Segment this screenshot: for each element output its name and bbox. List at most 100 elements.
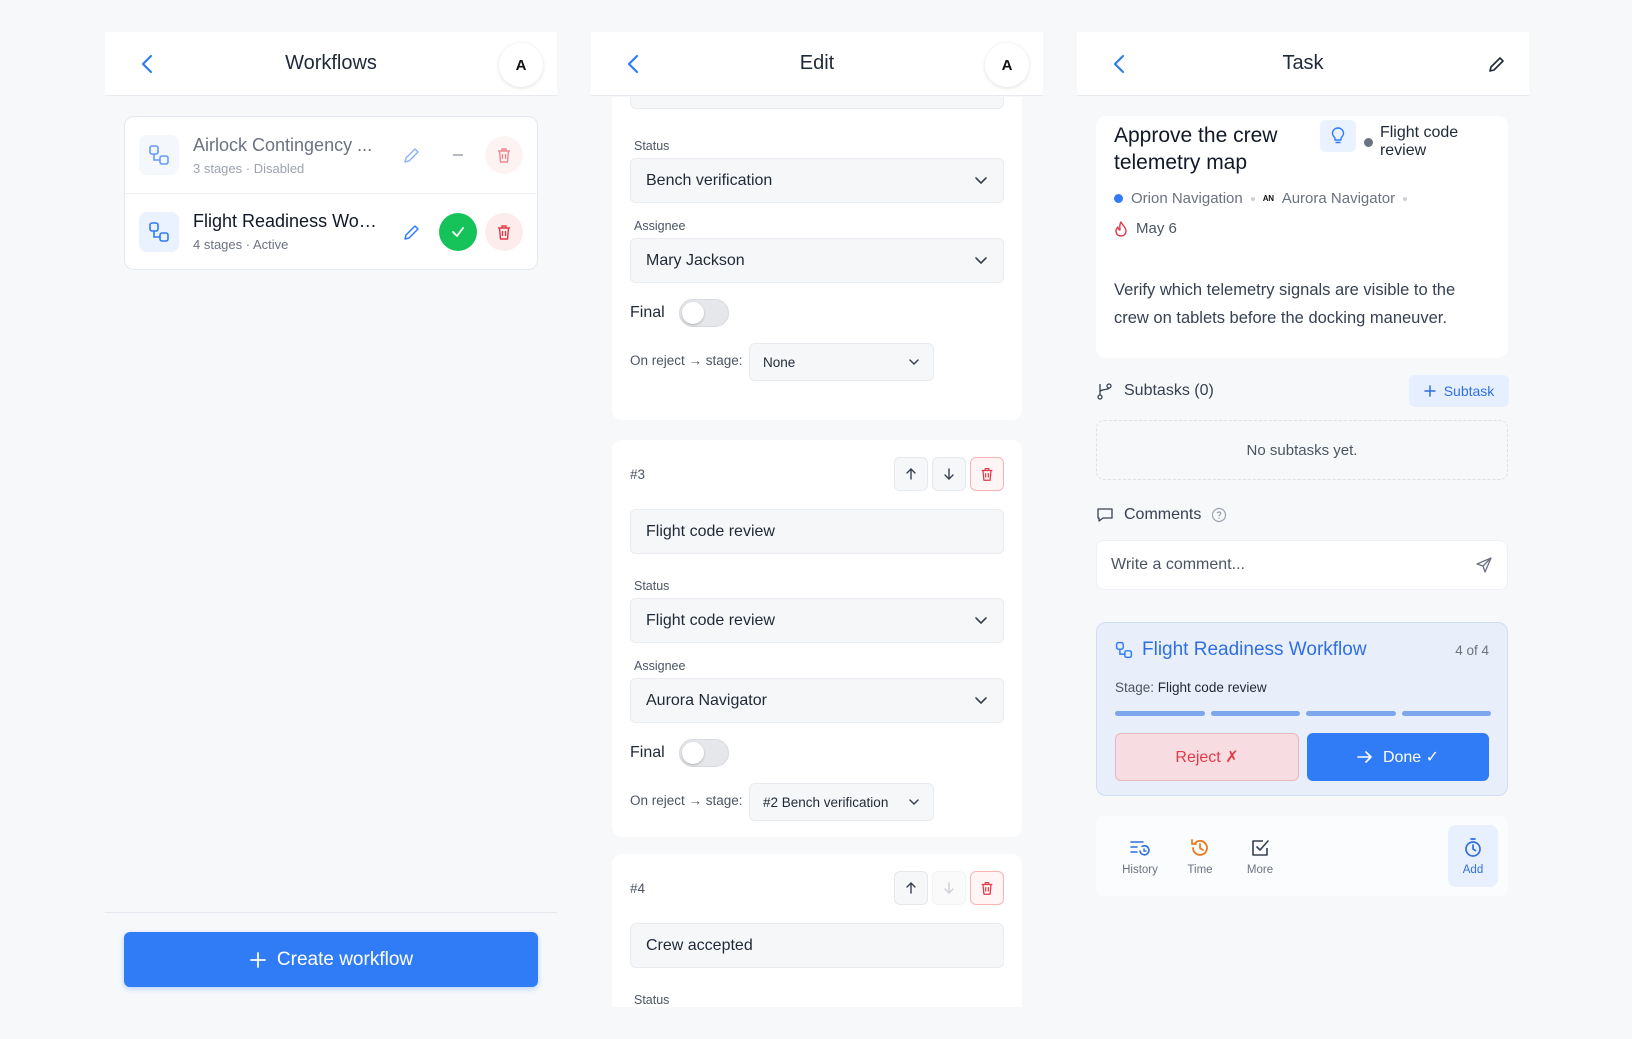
add-time-button[interactable]: Add <box>1448 825 1498 887</box>
avatar[interactable]: A <box>985 43 1029 87</box>
stage-name-value: Crew accepted <box>646 936 753 954</box>
avatar[interactable]: A <box>499 43 543 87</box>
add-subtask-button[interactable]: Subtask <box>1409 375 1509 407</box>
page-title: Task <box>1282 52 1324 74</box>
move-up-button[interactable] <box>894 457 928 491</box>
stage-name-input[interactable]: Flight code review <box>630 509 1004 554</box>
final-toggle[interactable] <box>679 299 729 327</box>
help-circle-icon[interactable] <box>1211 507 1227 523</box>
move-up-button[interactable] <box>894 871 928 905</box>
delete-stage-button[interactable] <box>970 457 1004 491</box>
on-reject-label: On reject → stage: <box>630 793 743 808</box>
comment-input[interactable]: Write a comment... <box>1096 540 1508 590</box>
on-reject-select[interactable]: #2 Bench verification <box>749 783 934 821</box>
delete-workflow-button[interactable] <box>485 136 523 174</box>
flame-icon <box>1115 220 1127 237</box>
edit-task-button[interactable] <box>1483 50 1511 78</box>
stage-card: #4 Crew accepted Status <box>612 854 1022 1007</box>
chevron-left-icon <box>141 54 153 74</box>
time-button[interactable]: Time <box>1170 837 1230 876</box>
plus-icon <box>249 951 266 968</box>
workflow-progress-count: 4 of 4 <box>1455 643 1489 658</box>
stage-name-input[interactable] <box>630 97 1004 109</box>
disabled-indicator[interactable] <box>439 136 477 174</box>
assignee-select[interactable]: Mary Jackson <box>630 238 1004 283</box>
on-reject-select[interactable]: None <box>749 343 934 381</box>
assignee-select[interactable]: Aurora Navigator <box>630 678 1004 723</box>
timer-plus-icon <box>1465 837 1481 857</box>
workflow-status-title[interactable]: Flight Readiness Workflow <box>1115 639 1367 661</box>
due-date[interactable]: May 6 <box>1114 220 1177 237</box>
edit-workflow-button[interactable] <box>393 213 431 251</box>
more-button[interactable]: More <box>1230 837 1290 876</box>
chevron-down-icon <box>975 696 987 704</box>
workflows-panel: Workflows A Airlock Contingency ... 3 st… <box>105 32 557 1007</box>
workflow-progress-bar <box>1115 711 1491 716</box>
arrow-right-icon <box>1357 751 1372 763</box>
chevron-down-icon <box>975 176 987 184</box>
edit-workflow-button[interactable] <box>393 136 431 174</box>
final-label: Final <box>630 304 665 321</box>
back-button[interactable] <box>1105 50 1133 78</box>
delete-workflow-button[interactable] <box>485 212 523 251</box>
comments-label: Comments <box>1124 506 1202 523</box>
edit-header: Edit A <box>591 32 1043 96</box>
workflow-meta: 3 stages · Disabled <box>193 160 305 176</box>
page-title: Edit <box>799 52 835 74</box>
status-select[interactable]: Flight code review <box>630 598 1004 643</box>
history-button[interactable]: History <box>1110 837 1170 876</box>
chevron-left-icon <box>627 54 639 74</box>
history-list-icon <box>1130 840 1150 856</box>
arrow-up-icon <box>906 882 916 894</box>
status-label: Status <box>634 579 670 593</box>
subtasks-empty-state: No subtasks yet. <box>1096 420 1508 480</box>
footer-divider <box>105 912 557 913</box>
stage-name-input[interactable]: Crew accepted <box>630 923 1004 968</box>
send-icon[interactable] <box>1475 556 1493 574</box>
final-label: Final <box>630 744 665 761</box>
stage-dot <box>1364 137 1373 147</box>
task-title: Approve the crew telemetry map <box>1114 124 1278 174</box>
final-toggle[interactable] <box>679 739 729 767</box>
delete-stage-button[interactable] <box>970 871 1004 905</box>
separator <box>1250 196 1255 201</box>
workflow-item[interactable]: Flight Readiness Wor... 4 stages · Activ… <box>125 193 537 269</box>
done-label: Done ✓ <box>1382 749 1440 766</box>
move-down-button[interactable] <box>932 871 966 905</box>
stages-scroll-area[interactable]: Status Bench verification Assignee Mary … <box>591 97 1043 1007</box>
back-button[interactable] <box>133 50 161 78</box>
move-down-button[interactable] <box>932 457 966 491</box>
minus-icon <box>453 154 463 156</box>
trash-icon <box>498 224 510 240</box>
create-workflow-button[interactable]: Create workflow <box>124 932 538 987</box>
suggestion-button[interactable] <box>1320 120 1356 152</box>
done-button[interactable]: Done ✓ <box>1307 733 1489 781</box>
assignee-name[interactable]: Aurora Navigator <box>1282 190 1395 207</box>
assignee-label: Assignee <box>634 219 686 233</box>
workflow-item[interactable]: Airlock Contingency ... 3 stages · Disab… <box>125 117 537 193</box>
check-icon <box>452 226 464 237</box>
arrow-down-icon <box>944 882 954 894</box>
more-label: More <box>1246 863 1274 876</box>
reject-button[interactable]: Reject ✗ <box>1115 733 1299 781</box>
status-select[interactable]: Bench verification <box>630 158 1004 203</box>
progress-segment <box>1306 711 1396 716</box>
trash-icon <box>981 882 993 895</box>
workflow-icon <box>139 135 179 175</box>
progress-segment <box>1115 711 1205 716</box>
on-reject-value: #2 Bench verification <box>763 794 889 810</box>
assignee-value: Aurora Navigator <box>646 691 767 709</box>
project-name[interactable]: Orion Navigation <box>1131 190 1243 207</box>
workflows-header: Workflows A <box>105 32 557 96</box>
stage-card: Status Bench verification Assignee Mary … <box>612 97 1022 420</box>
chevron-down-icon <box>909 799 919 806</box>
active-toggle-button[interactable] <box>439 212 477 251</box>
progress-segment <box>1210 711 1300 716</box>
back-button[interactable] <box>619 50 647 78</box>
status-value: Bench verification <box>646 171 773 189</box>
comments-header: Comments <box>1096 506 1227 524</box>
on-reject-value: None <box>763 354 796 370</box>
workflow-name: Flight Readiness Workflow <box>1142 639 1367 660</box>
workflow-current-stage: Stage: Flight code review <box>1115 680 1267 695</box>
workflow-icon <box>139 211 179 252</box>
